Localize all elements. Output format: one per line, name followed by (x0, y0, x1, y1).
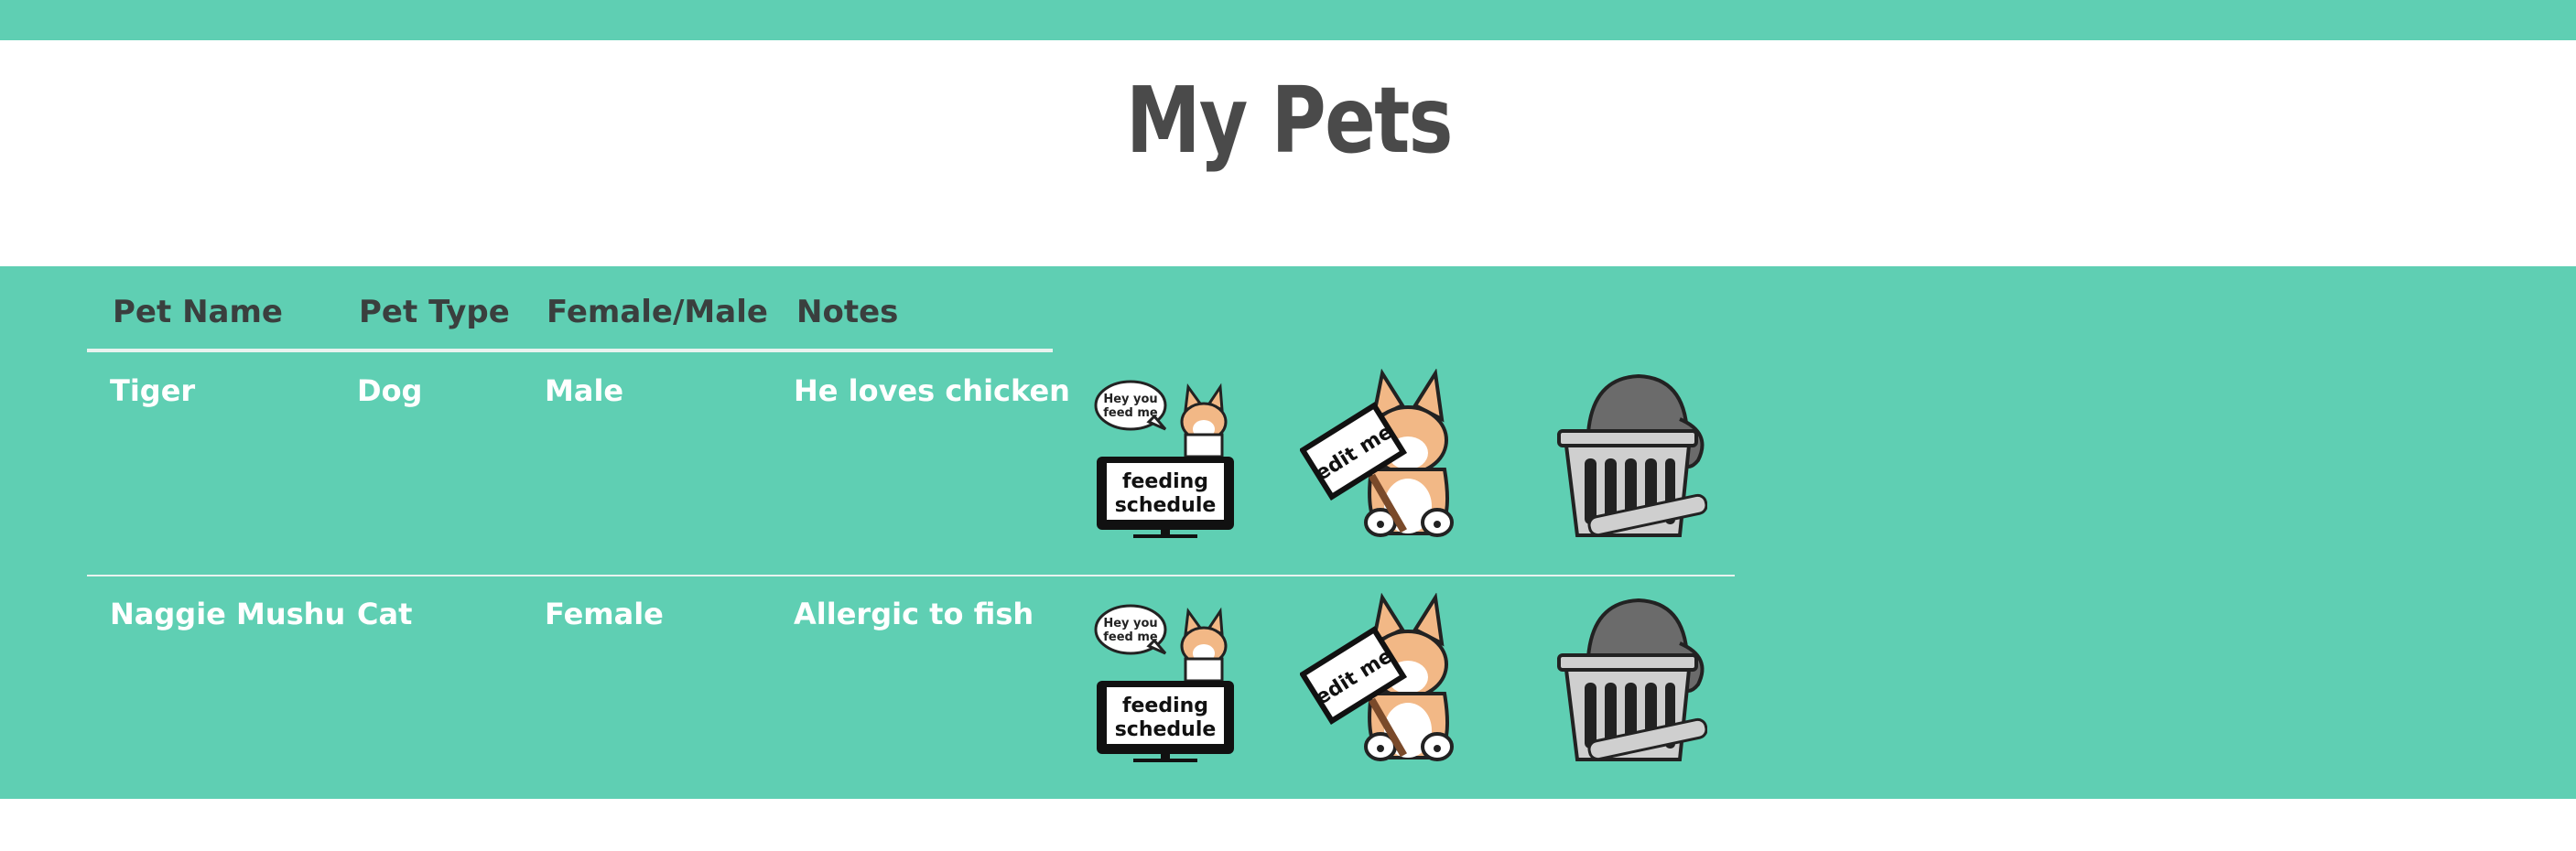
cell-sex: Female (545, 597, 664, 631)
cell-notes: Allergic to fish (794, 597, 1034, 631)
corgi-edit-sign-icon: edit me (1300, 369, 1454, 537)
cell-notes: He loves chicken (794, 373, 1070, 408)
header-divider (87, 349, 1053, 352)
edit-button[interactable]: edit me (1300, 369, 1456, 538)
top-bar (0, 0, 2576, 40)
cell-pet-name: Tiger (110, 373, 196, 408)
delete-button[interactable] (1552, 369, 1707, 543)
header: My Pets (0, 40, 2576, 267)
edit-button[interactable]: edit me (1300, 593, 1456, 762)
bubble-text-2: feed me (1103, 406, 1158, 420)
corgi-edit-sign-icon: edit me (1300, 593, 1454, 761)
screen-text-2: schedule (1115, 718, 1217, 741)
bubble-text-2: feed me (1103, 630, 1158, 644)
corgi-feeding-schedule-icon: Hey you feed me feeding schedule (1094, 380, 1234, 538)
feeding-schedule-button[interactable]: Hey you feed me feeding schedule (1094, 593, 1240, 762)
screen-text-1: feeding (1122, 695, 1208, 717)
screen-text-2: schedule (1115, 494, 1217, 517)
cell-pet-type: Dog (357, 373, 423, 408)
trash-can-cat-icon (1557, 373, 1707, 537)
delete-button[interactable] (1552, 593, 1707, 767)
page-title: My Pets (1125, 67, 1453, 174)
cell-sex: Male (545, 373, 624, 408)
header-pet-type: Pet Type (359, 294, 510, 330)
row-divider (87, 575, 1735, 576)
cell-pet-type: Cat (357, 597, 413, 631)
feeding-schedule-button[interactable]: Hey you feed me feeding schedule (1094, 369, 1240, 538)
header-notes: Notes (796, 294, 899, 330)
cell-pet-name: Naggie Mushu (110, 597, 346, 631)
screen-text-1: feeding (1122, 470, 1208, 493)
header-pet-name: Pet Name (113, 294, 283, 330)
bubble-text-1: Hey you (1103, 393, 1157, 406)
bubble-text-1: Hey you (1103, 617, 1157, 630)
header-female-male: Female/Male (547, 294, 768, 330)
corgi-feeding-schedule-icon: Hey you feed me feeding schedule (1094, 604, 1234, 762)
pets-table: Pet Name Pet Type Female/Male Notes Tige… (0, 266, 2576, 799)
trash-can-cat-icon (1557, 598, 1707, 761)
